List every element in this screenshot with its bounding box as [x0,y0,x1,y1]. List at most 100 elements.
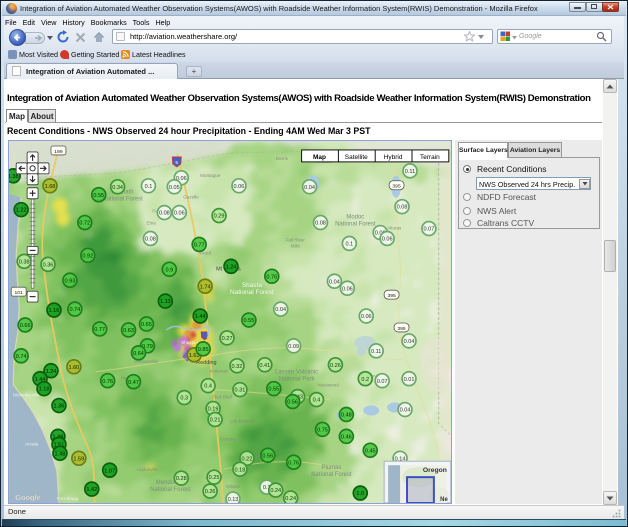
svg-text:1.18: 1.18 [39,387,50,393]
svg-text:Oregon: Oregon [423,467,447,474]
svg-text:0.93: 0.93 [64,278,75,284]
svg-text:0.31: 0.31 [235,388,246,394]
svg-text:0.06: 0.06 [361,314,372,320]
svg-text:0.21: 0.21 [210,418,221,424]
svg-text:Anderson: Anderson [209,369,229,374]
svg-text:0.11: 0.11 [405,169,415,175]
svg-text:1.59: 1.59 [73,456,84,462]
svg-text:0.36: 0.36 [43,262,54,268]
svg-text:1.13: 1.13 [160,299,171,305]
svg-text:Arcata: Arcata [25,441,39,446]
svg-text:0.1: 0.1 [145,184,153,190]
svg-text:0.04: 0.04 [275,307,286,313]
svg-text:0.85: 0.85 [198,347,209,353]
svg-text:0.27: 0.27 [222,336,233,342]
svg-text:Los Molinos: Los Molinos [230,418,255,423]
svg-text:0.11: 0.11 [371,349,381,355]
svg-text:Terrain: Terrain [420,154,440,161]
svg-text:1.60: 1.60 [68,365,79,371]
svg-text:National Park: National Park [279,377,315,383]
svg-text:1.36: 1.36 [54,404,65,410]
svg-text:Hybrid: Hybrid [384,154,403,161]
svg-text:1.22: 1.22 [16,208,27,214]
svg-text:Westwood: Westwood [318,383,340,388]
svg-text:Corning: Corning [220,436,236,441]
svg-text:0.04: 0.04 [329,279,340,285]
svg-text:Lassen Volcanic: Lassen Volcanic [275,370,318,376]
svg-text:0.24: 0.24 [285,496,296,502]
svg-text:0.46: 0.46 [341,434,352,440]
svg-text:0.92: 0.92 [82,253,93,259]
svg-text:0.13: 0.13 [228,497,239,503]
svg-text:199: 199 [54,149,63,155]
svg-text:Mills: Mills [291,243,301,248]
svg-text:0.64: 0.64 [133,351,144,357]
svg-text:Etna: Etna [146,221,156,226]
svg-text:0.76: 0.76 [288,460,299,466]
svg-text:National Forest: National Forest [102,197,143,203]
svg-text:0.19: 0.19 [208,407,219,413]
svg-text:0.1: 0.1 [345,242,353,248]
svg-text:1.24: 1.24 [226,264,237,270]
svg-text:0.2: 0.2 [361,377,369,383]
svg-text:0.72: 0.72 [79,221,90,227]
svg-text:0.26: 0.26 [330,363,341,369]
svg-text:0.04: 0.04 [304,185,315,191]
svg-text:0.05: 0.05 [169,185,180,191]
svg-text:0.56: 0.56 [287,400,298,406]
svg-text:Satellite: Satellite [345,154,368,161]
svg-text:National Forest: National Forest [311,472,352,478]
svg-text:Gazelle: Gazelle [183,195,199,200]
svg-text:395: 395 [392,184,401,190]
svg-text:0.45: 0.45 [365,448,376,454]
svg-text:0.76: 0.76 [266,274,277,280]
svg-text:0.74: 0.74 [16,354,27,360]
svg-text:0.3: 0.3 [180,396,188,402]
svg-text:0.32: 0.32 [232,364,243,370]
svg-text:0.56: 0.56 [262,453,273,459]
svg-text:0.74: 0.74 [69,307,80,313]
svg-text:Alturas: Alturas [387,226,402,231]
svg-text:395: 395 [387,293,396,299]
svg-text:Map: Map [313,154,326,161]
svg-text:0.06: 0.06 [234,184,245,190]
svg-text:0.77: 0.77 [94,327,105,333]
svg-text:0.9: 0.9 [165,267,173,273]
svg-text:0.06: 0.06 [174,211,185,217]
svg-text:0.06: 0.06 [342,286,353,292]
svg-text:1.68: 1.68 [45,184,56,190]
svg-text:1.24: 1.24 [46,369,57,375]
svg-text:0.22: 0.22 [242,456,253,462]
svg-text:0.47: 0.47 [128,380,139,386]
svg-text:0.77: 0.77 [194,243,205,249]
svg-text:0.65: 0.65 [141,322,152,328]
svg-text:0.09: 0.09 [288,344,299,350]
svg-text:0.08: 0.08 [145,237,156,243]
svg-text:1.16: 1.16 [49,308,60,314]
svg-text:0.06: 0.06 [382,237,393,243]
svg-text:National Forest: National Forest [150,487,191,493]
svg-text:0.28: 0.28 [176,476,187,482]
svg-text:Fort Bragg: Fort Bragg [57,496,79,501]
svg-text:0.25: 0.25 [209,475,220,481]
svg-text:0.26: 0.26 [205,489,216,495]
svg-text:0.76: 0.76 [102,379,113,385]
svg-text:0.08: 0.08 [397,205,408,211]
svg-text:0.41: 0.41 [259,363,270,369]
svg-text:0.08: 0.08 [159,211,170,217]
svg-text:0.04: 0.04 [404,339,415,345]
svg-text:0.75: 0.75 [317,427,328,433]
svg-text:Laytonville: Laytonville [137,467,159,472]
svg-text:Modoc: Modoc [346,215,364,221]
svg-text:Google: Google [15,493,41,502]
svg-text:0.29: 0.29 [214,214,225,220]
svg-text:0.34: 0.34 [112,185,123,191]
svg-text:McKinleyville: McKinleyville [13,393,40,398]
svg-text:National Forest: National Forest [335,222,376,228]
svg-text:1.38: 1.38 [8,174,19,180]
svg-text:0.07: 0.07 [424,227,435,233]
svg-text:Dorris: Dorris [276,156,289,161]
svg-text:1.44: 1.44 [195,314,206,320]
svg-text:0.4: 0.4 [313,398,321,404]
svg-text:395: 395 [397,326,406,332]
